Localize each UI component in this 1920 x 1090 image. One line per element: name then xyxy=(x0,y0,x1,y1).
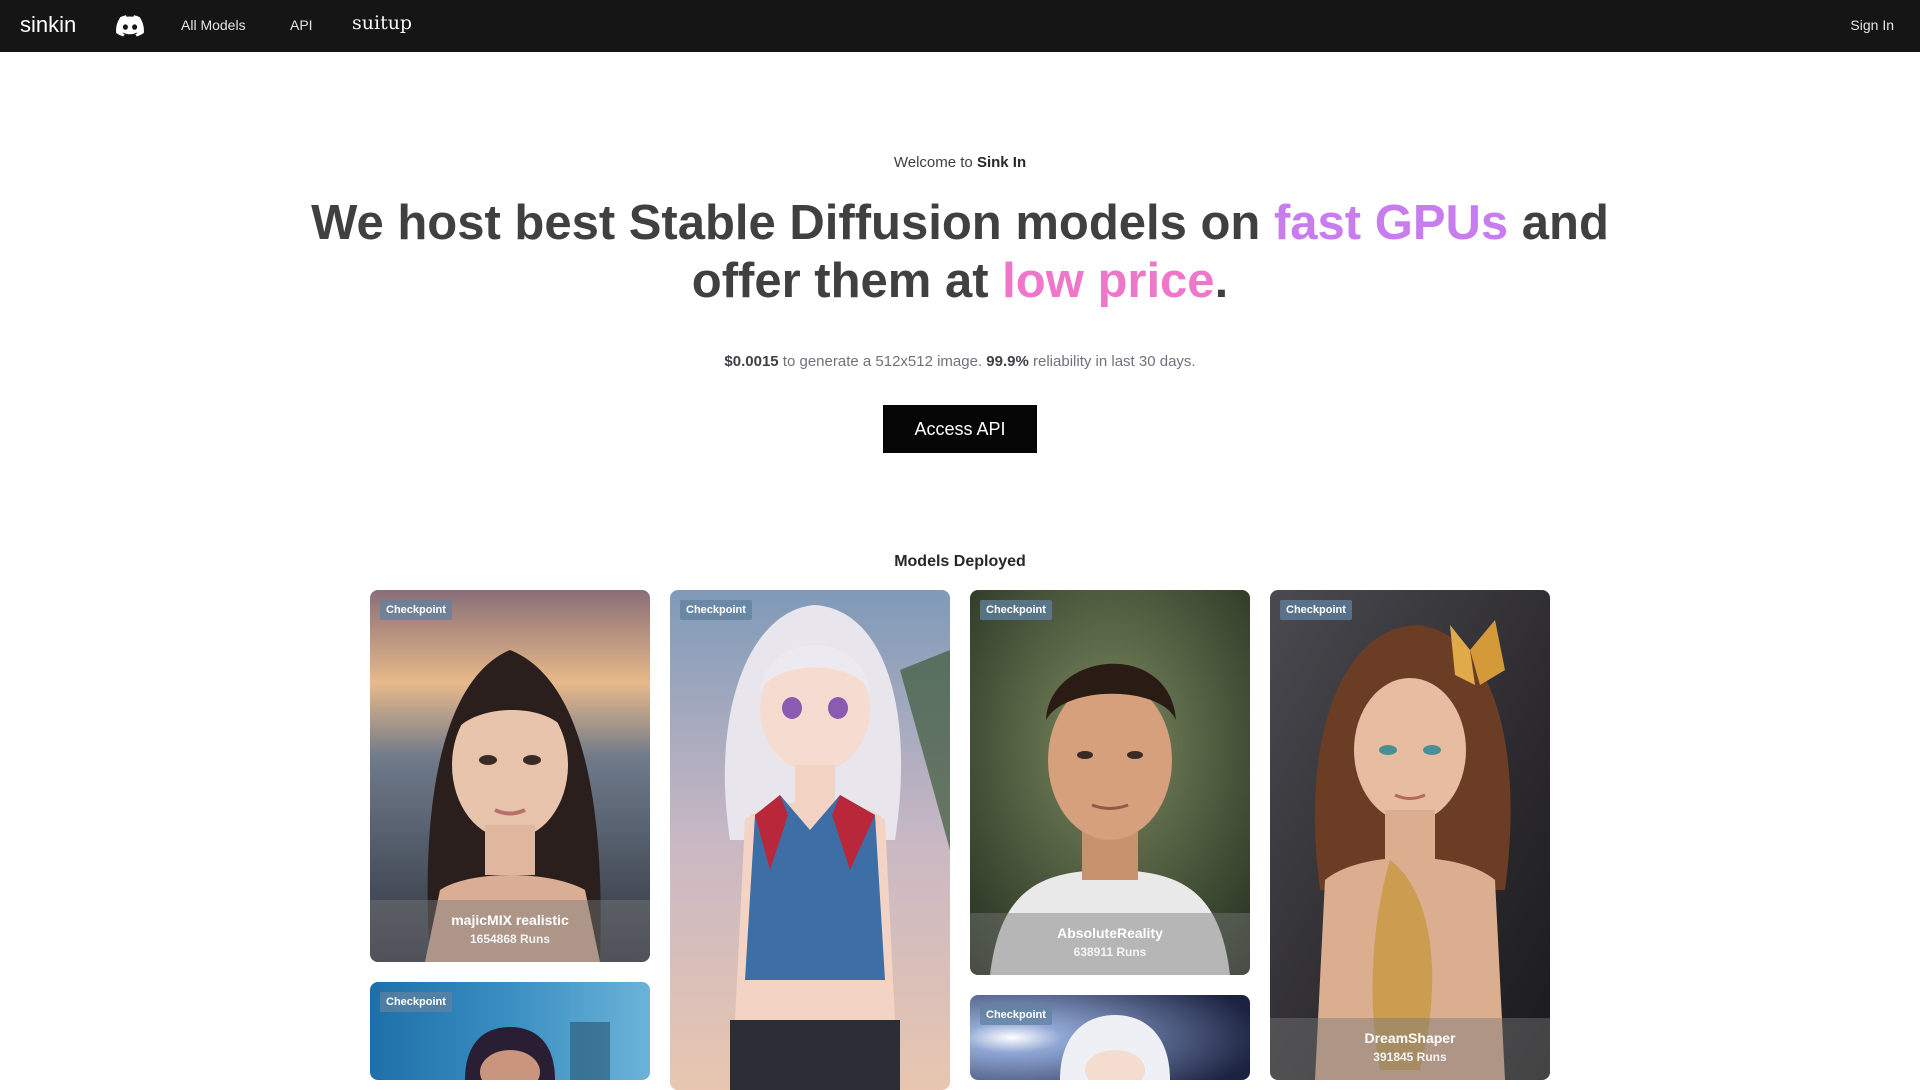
checkpoint-badge: Checkpoint xyxy=(980,600,1052,620)
models-section-title: Models Deployed xyxy=(894,553,1026,570)
sign-in-link[interactable]: Sign In xyxy=(1850,17,1894,33)
checkpoint-badge: Checkpoint xyxy=(980,1005,1052,1025)
top-navbar: sinkin All Models API suitup Sign In xyxy=(0,0,1920,52)
hero-headline: We host best Stable Diffusion models on … xyxy=(300,194,1620,310)
welcome-text: Welcome to Sink In xyxy=(0,154,1920,171)
nav-all-models-link[interactable]: All Models xyxy=(181,17,246,33)
checkpoint-badge: Checkpoint xyxy=(680,600,752,620)
model-card-anime[interactable]: Checkpoint xyxy=(670,590,950,1090)
model-caption: majicMIX realistic 1654868 Runs xyxy=(370,900,650,962)
model-name: DreamShaper xyxy=(1364,1030,1456,1046)
model-runs: 391845 Runs xyxy=(1373,1050,1447,1064)
checkpoint-badge: Checkpoint xyxy=(380,600,452,620)
model-card-dreamshaper[interactable]: Checkpoint DreamShaper 391845 Runs xyxy=(1270,590,1550,1080)
brand-logo[interactable]: sinkin xyxy=(20,12,76,38)
model-card-absolutereality[interactable]: Checkpoint AbsoluteReality 638911 Runs xyxy=(970,590,1250,975)
model-name: AbsoluteReality xyxy=(1057,925,1163,941)
headline-part-1: We host best Stable Diffusion models on xyxy=(311,196,1274,250)
checkpoint-badge: Checkpoint xyxy=(1280,600,1352,620)
model-card-row2-3[interactable]: Checkpoint xyxy=(970,995,1250,1080)
model-runs: 1654868 Runs xyxy=(469,932,551,946)
price-value: $0.0015 xyxy=(724,353,779,370)
pricing-subtitle: $0.0015 to generate a 512x512 image. 99.… xyxy=(0,353,1920,370)
headline-highlight-fast-gpus: fast GPUs xyxy=(1273,196,1509,250)
sponsor-logo[interactable]: suitup xyxy=(352,12,412,34)
model-preview-image xyxy=(1270,590,1550,1080)
subtitle-part-1: to generate a 512x512 image. xyxy=(778,353,987,370)
model-caption: DreamShaper 391845 Runs xyxy=(1270,1018,1550,1080)
welcome-prefix: Welcome to xyxy=(893,154,977,171)
model-card-majicmix[interactable]: Checkpoint majicMIX realistic 1654868 Ru… xyxy=(370,590,650,962)
model-card-row2-1[interactable]: Checkpoint xyxy=(370,982,650,1080)
model-runs: 638911 Runs xyxy=(1073,945,1147,959)
subtitle-part-2: reliability in last 30 days. xyxy=(1028,353,1196,370)
headline-period: . xyxy=(1214,254,1229,308)
reliability-value: 99.9% xyxy=(986,353,1029,370)
model-name: majicMIX realistic xyxy=(451,912,569,928)
access-api-button[interactable]: Access API xyxy=(883,405,1037,453)
model-caption: AbsoluteReality 638911 Runs xyxy=(970,913,1250,975)
nav-api-link[interactable]: API xyxy=(290,17,313,33)
checkpoint-badge: Checkpoint xyxy=(380,992,452,1012)
welcome-site-name: Sink In xyxy=(976,154,1027,171)
headline-highlight-low-price: low price xyxy=(1002,254,1215,308)
discord-icon[interactable] xyxy=(116,14,144,38)
model-preview-image xyxy=(670,590,950,1090)
